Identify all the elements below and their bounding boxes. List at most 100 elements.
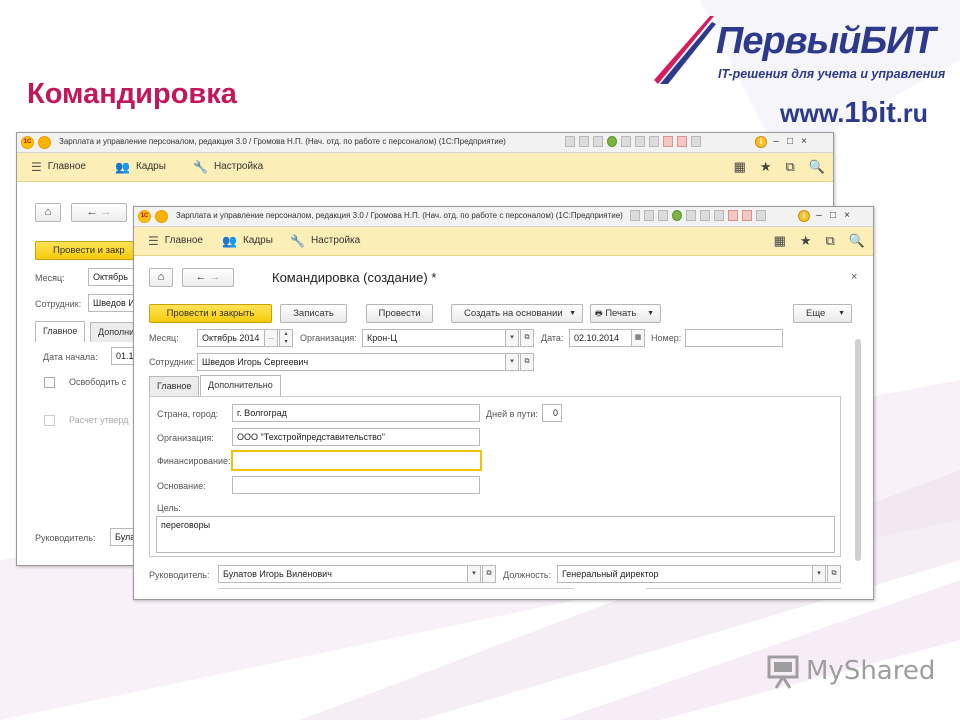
minimize-icon[interactable]: – [814,210,824,224]
grid-icon[interactable]: ▦ [774,233,786,249]
calculator-icon[interactable] [635,136,645,147]
post-and-close-button[interactable]: Провести и закрыть [149,304,272,323]
menu-circle-icon[interactable] [155,210,168,223]
close-icon[interactable]: × [799,136,809,150]
star-icon[interactable]: ★ [800,233,812,249]
maximize-icon[interactable]: □ [785,136,795,150]
month-field[interactable]: Октябрь 2014 ... ▴ ▾ [197,329,293,347]
back-tab-main[interactable]: Главное [35,321,86,342]
logo-name: ПервыйБИТ [716,20,936,62]
print-icon[interactable] [644,210,654,221]
home-button[interactable]: ⌂ [35,203,61,222]
date-field[interactable]: 02.10.2014 ▦ [569,329,645,347]
document-close-icon[interactable]: × [851,271,857,283]
print-button[interactable]: 🖶 Печать ▼ [590,304,661,323]
back-calc-checkbox[interactable] [44,415,55,426]
print-icon[interactable] [579,136,589,147]
back-release-checkbox[interactable] [44,377,55,388]
memory-plus-icon[interactable] [742,210,752,221]
country-city-field[interactable]: г. Волгоград [232,404,480,422]
number-label: Номер: [651,333,682,343]
dropdown-arrow-icon[interactable]: ▾ [467,566,481,582]
basis-field[interactable] [232,476,480,494]
link-icon[interactable] [686,210,696,221]
month-spin-button[interactable]: ▴ ▾ [279,330,292,346]
number-field[interactable] [685,329,783,347]
back-post-close-button[interactable]: Провести и закр [35,241,145,260]
menu-item-label: Главное [47,161,86,172]
menu-item-settings[interactable]: 🔧 Настройка [193,161,264,173]
month-value: Октябрь 2014 [202,333,260,343]
dropdown-arrow-icon[interactable]: ▾ [505,354,519,370]
position-label: Должность: [503,570,552,580]
open-icon[interactable]: ⧉ [520,330,533,346]
position-field[interactable]: Генеральный директор ▾ ⧉ [557,565,841,583]
post-button[interactable]: Провести [366,304,433,323]
organization-field[interactable]: Крон-Ц ▾ ⧉ [362,329,534,347]
calendar-icon[interactable] [649,136,659,147]
save-icon[interactable] [565,136,575,147]
preview-icon[interactable] [658,210,668,221]
back-start-date-label: Дата начала: [43,352,98,362]
menu-item-hr[interactable]: 👥 Кадры [115,161,166,173]
search-icon[interactable]: 🔍 [809,159,825,175]
menu-item-hr[interactable]: 👥 Кадры [222,235,273,247]
calculator-icon[interactable] [700,210,710,221]
link-icon[interactable] [621,136,631,147]
basis-label: Основание: [157,481,206,491]
info-icon[interactable]: i [755,136,767,148]
create-based-on-button[interactable]: Создать на основании ▼ [451,304,583,323]
more-button[interactable]: Еще ▼ [793,304,852,323]
history-icon[interactable]: ⧉ [786,159,795,175]
memory-icon[interactable] [663,136,673,147]
maximize-icon[interactable]: □ [828,210,838,224]
minimize-icon[interactable]: – [771,136,781,150]
days-on-road-field[interactable]: 0 [542,404,562,422]
month-select-button[interactable]: ... [264,330,278,346]
favorite-icon[interactable] [672,210,682,221]
financing-field[interactable] [231,450,482,471]
save-button[interactable]: Записать [280,304,347,323]
star-icon[interactable]: ★ [760,159,772,175]
trip-organization-field[interactable]: ООО "Техстройпредставительство" [232,428,480,446]
back-forward-buttons[interactable]: ← → [71,203,127,222]
dropdown-arrow-icon[interactable]: ▾ [812,566,826,582]
info-icon[interactable]: i [798,210,810,222]
preview-icon[interactable] [593,136,603,147]
manager-field[interactable]: Булатов Игорь Виленович ▾ ⧉ [218,565,496,583]
zoom-icon[interactable] [691,136,701,147]
back-month-field[interactable]: Октябрь [88,268,136,286]
zoom-icon[interactable] [756,210,766,221]
calendar-icon[interactable]: ▦ [631,330,644,346]
back-employee-field[interactable]: Шведов И [88,294,136,312]
open-icon[interactable]: ⧉ [482,566,495,582]
search-icon[interactable]: 🔍 [849,233,865,249]
open-icon[interactable]: ⧉ [827,566,840,582]
back-start-date-field[interactable]: 01.1 [111,347,135,365]
open-icon[interactable]: ⧉ [520,354,533,370]
close-icon[interactable]: × [842,210,852,224]
memory-plus-icon[interactable] [677,136,687,147]
favorite-icon[interactable] [607,136,617,147]
menu-item-main[interactable]: ☰ Главное [148,235,203,247]
vertical-scrollbar[interactable] [855,339,861,561]
title-toolbar [630,210,766,224]
tab-main[interactable]: Главное [149,376,200,396]
menu-item-main[interactable]: ☰ Главное [31,161,86,173]
memory-icon[interactable] [728,210,738,221]
menu-item-settings[interactable]: 🔧 Настройка [290,235,360,247]
myshared-watermark: MyShared [766,652,936,692]
employee-field[interactable]: Шведов Игорь Сергеевич ▾ ⧉ [197,353,534,371]
grid-icon[interactable]: ▦ [734,159,746,175]
dropdown-arrow-icon[interactable]: ▾ [505,330,519,346]
home-button[interactable]: ⌂ [149,268,173,287]
back-forward-buttons[interactable]: ← → [182,268,234,287]
save-icon[interactable] [630,210,640,221]
goal-textarea[interactable]: переговоры [156,516,835,553]
menu-item-label: Настройка [213,161,264,172]
calendar-icon[interactable] [714,210,724,221]
position-value: Генеральный директор [562,569,659,579]
tab-additional[interactable]: Дополнительно [200,375,281,396]
history-icon[interactable]: ⧉ [826,233,835,249]
menu-circle-icon[interactable] [38,136,51,149]
